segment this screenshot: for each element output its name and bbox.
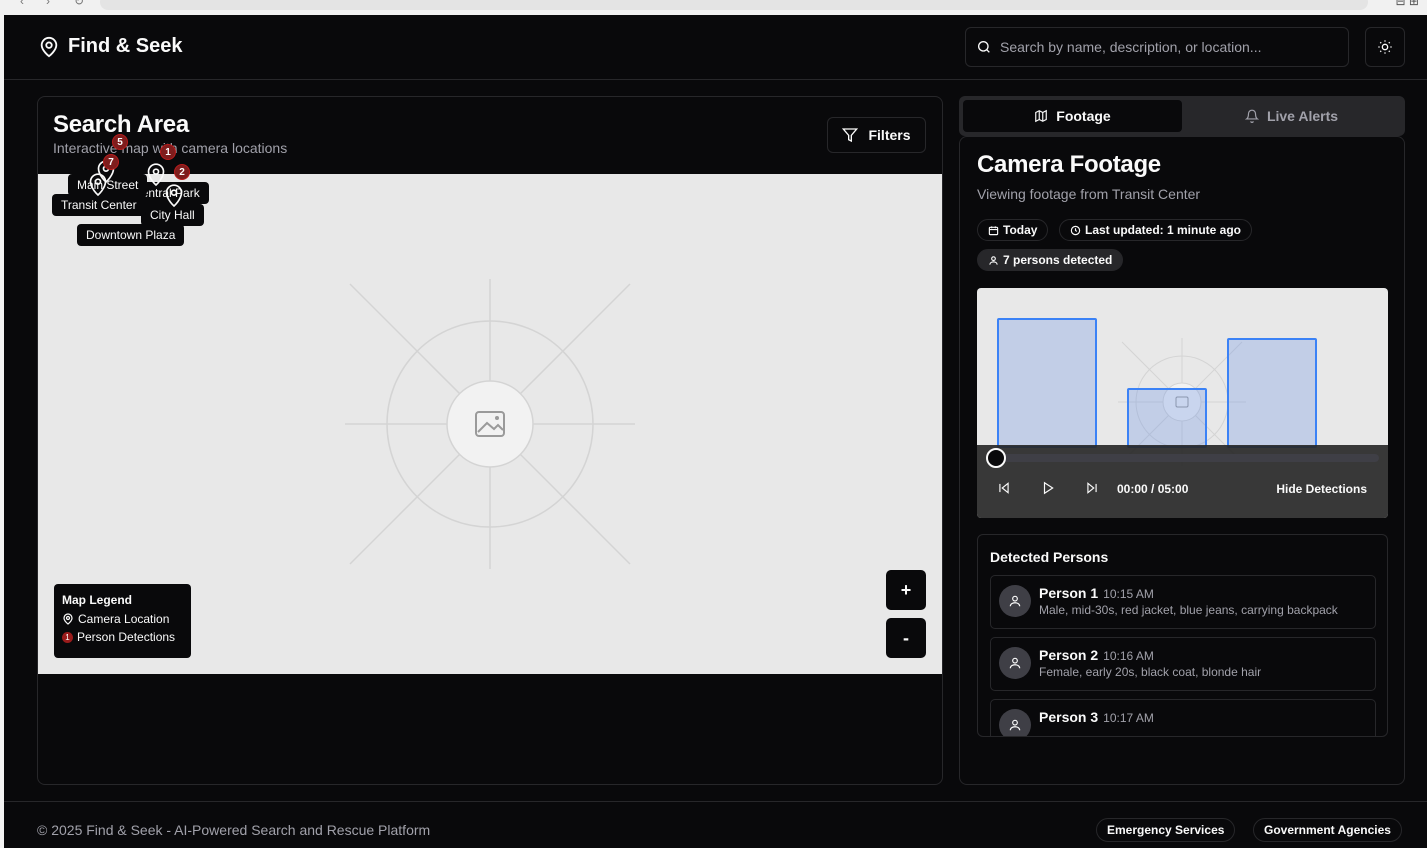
person-name-text: Person 1 [1039,585,1099,601]
detection-box[interactable] [1127,388,1207,448]
filters-label: Filters [868,127,911,143]
skip-forward-button[interactable] [1085,481,1099,495]
legend-camera: Camera Location [62,612,183,626]
theme-toggle-button[interactable] [1365,27,1405,67]
video-controls: 00:00 / 05:00 Hide Detections [977,445,1388,518]
person-time: 10:16 AM [1103,649,1154,663]
detection-box[interactable] [997,318,1097,448]
person-time: 10:15 AM [1103,587,1154,601]
person-name-text: Person 2 [1039,647,1099,663]
header: Find & Seek [4,15,1427,80]
tab-alerts-label: Live Alerts [1266,108,1339,124]
zoom-out-button[interactable]: - [886,618,926,658]
person-name-text: Person 3 [1039,709,1099,725]
calendar-icon [988,225,999,235]
app: Find & Seek Search Area Interactive map … [4,15,1427,848]
skip-back-button[interactable] [997,481,1011,495]
avatar [999,585,1031,617]
detection-badge: 1 [160,144,176,160]
tab-footage-label: Footage [1056,108,1111,124]
filters-button[interactable]: Filters [827,117,926,153]
avatar [999,647,1031,679]
emergency-services-link[interactable]: Emergency Services [1096,818,1236,842]
forward-icon[interactable]: › [46,0,50,8]
app-name: Find & Seek [68,35,183,57]
footage-subtitle: Viewing footage from Transit Center [977,186,1201,202]
detection-badge: 2 [174,164,190,180]
play-button[interactable] [1041,481,1055,495]
camera-footage-card: Camera Footage Viewing footage from Tran… [959,136,1405,785]
map-legend: Map Legend Camera Location 1 Person Dete… [54,584,191,658]
zoom-in-button[interactable]: + [886,570,926,610]
user-icon [1009,595,1021,607]
map-pin-icon[interactable] [88,172,108,198]
user-icon [1009,657,1021,669]
search-input[interactable] [1000,39,1330,55]
persons-title: Detected Persons [990,549,1109,565]
address-bar[interactable] [100,0,1368,10]
search-icon [978,41,990,53]
legend-title: Map Legend [62,593,133,607]
persons-chip: 7 persons detected [977,249,1124,271]
date-chip: Today [977,219,1049,241]
map-icon [1035,109,1048,123]
location-label-downtown-plaza[interactable]: Downtown Plaza [77,224,185,246]
list-item[interactable]: Person 2 10:16 AM Female, early 20s, blac… [990,637,1376,691]
updated-chip-label: Last updated: 1 minute ago [1085,223,1242,237]
user-icon [1009,719,1021,731]
skip-back-icon [999,482,1009,494]
person-description: Male, mid-30s, red jacket, blue jeans, c… [1039,603,1338,617]
clock-icon [1070,225,1081,235]
filter-icon [842,128,859,143]
video-time: 00:00 / 05:00 [1117,482,1189,496]
user-icon [989,255,998,265]
tab-live-alerts[interactable]: Live Alerts [1182,100,1401,132]
detected-persons-card: Detected Persons Person 1 10:15 AM Male, … [977,534,1388,737]
search-box[interactable] [965,27,1349,67]
government-agencies-link[interactable]: Government Agencies [1253,818,1402,842]
logo[interactable]: Find & Seek [38,35,182,58]
hide-detections-button[interactable]: Hide Detections [1276,482,1367,496]
sun-icon [1378,40,1392,54]
date-chip-label: Today [1003,223,1038,237]
person-name: Person 3 10:17 AM [1039,709,1154,725]
persons-chip-label: 7 persons detected [1003,253,1113,267]
tab-footage[interactable]: Footage [963,100,1182,132]
map-pin-icon [40,36,58,57]
progress-thumb[interactable] [986,448,1006,468]
legend-person-label: Person Detections [77,630,176,644]
back-icon[interactable]: ‹ [20,0,24,8]
detection-badge: 7 [103,154,119,170]
map-pin-icon [63,613,73,625]
map-pin-icon[interactable] [146,162,166,188]
person-description: Female, early 20s, black coat, blonde ha… [1039,665,1262,679]
video-player[interactable]: 00:00 / 05:00 Hide Detections [977,288,1388,518]
search-area-card: Search Area Interactive map with camera … [37,96,943,785]
updated-chip: Last updated: 1 minute ago [1059,219,1253,241]
footer: © 2025 Find & Seek - AI-Powered Search a… [4,801,1427,848]
person-time: 10:17 AM [1103,711,1154,725]
reload-icon[interactable]: ↻ [74,0,84,8]
list-item[interactable]: Person 1 10:15 AM Male, mid-30s, red jack… [990,575,1376,629]
person-name: Person 2 10:16 AM [1039,647,1154,663]
bell-icon [1244,109,1259,123]
skip-forward-icon [1087,482,1097,494]
copyright: © 2025 Find & Seek - AI-Powered Search a… [37,822,431,838]
avatar [999,709,1031,736]
browser-chrome: ‹ › ↻ ⊟ ⊞ [0,0,1427,15]
detection-badge: 5 [112,134,128,150]
progress-track[interactable] [995,454,1379,462]
detection-box[interactable] [1227,338,1317,448]
map-pin-icon[interactable] [164,183,184,209]
play-icon [1043,481,1054,495]
window-controls-icon[interactable]: ⊟ ⊞ [1396,0,1419,8]
list-item[interactable]: Person 3 10:17 AM [990,699,1376,736]
person-name: Person 1 10:15 AM [1039,585,1154,601]
legend-camera-label: Camera Location [78,612,170,626]
footage-title: Camera Footage [977,151,1161,178]
view-tabs: Footage Live Alerts [959,96,1405,136]
legend-person: 1 Person Detections [62,630,183,644]
legend-badge: 1 [62,631,73,643]
